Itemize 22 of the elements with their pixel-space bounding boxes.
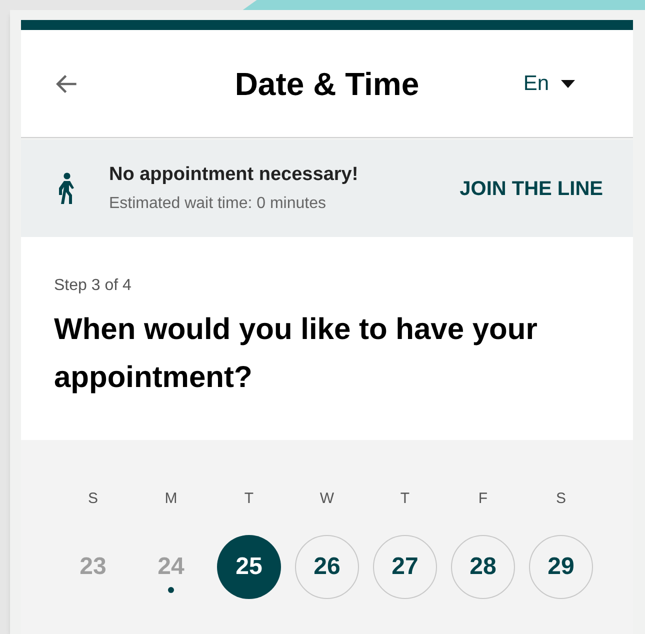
caret-icon (561, 80, 575, 88)
step-label: Step 3 of 4 (54, 276, 132, 296)
day-button[interactable]: 26 (295, 534, 359, 598)
weekday-label: S (88, 489, 98, 509)
page-title: Date & Time (234, 64, 420, 104)
banner-title: No appointment necessary! (109, 162, 358, 187)
day-button[interactable]: 27 (373, 534, 437, 598)
join-line-button[interactable]: JOIN THE LINE (460, 174, 603, 204)
day-button[interactable]: 25 (217, 534, 281, 598)
weekday-label: T (400, 489, 410, 509)
language-dropdown[interactable]: En (523, 68, 575, 100)
question-heading: When would you like to have your appointment? (54, 312, 538, 396)
weekday-label: M (164, 489, 178, 509)
day-button: 23 (61, 534, 125, 598)
banner-subtitle: Estimated wait time: 0 minutes (109, 194, 327, 214)
day-button: 24 (139, 534, 203, 598)
weekday-label: S (556, 489, 566, 509)
day-button[interactable]: 29 (529, 534, 593, 598)
weekday-label: T (244, 489, 254, 509)
weekday-label: F (478, 489, 488, 509)
weekday-label: W (320, 489, 334, 509)
day-button[interactable]: 28 (451, 534, 515, 598)
